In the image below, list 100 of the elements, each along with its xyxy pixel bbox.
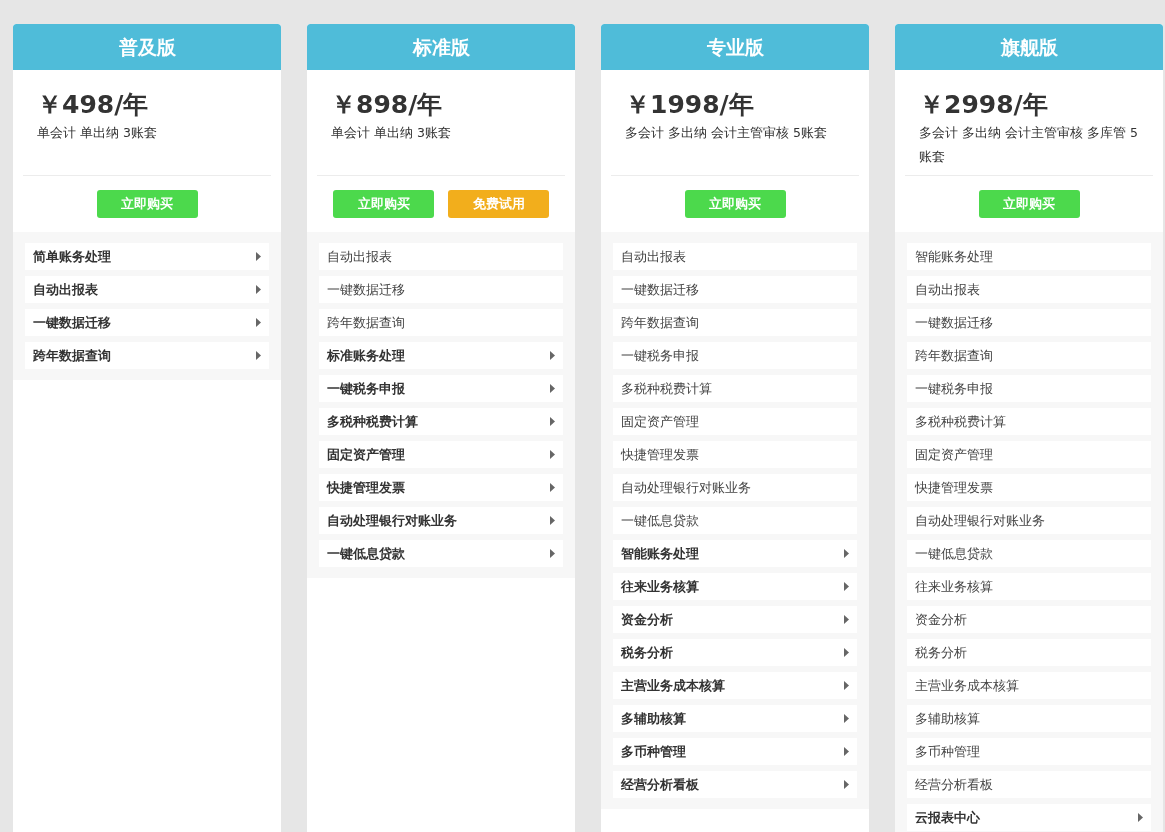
feature-label: 一键低息贷款 bbox=[327, 544, 405, 563]
expand-arrow-icon bbox=[1138, 813, 1143, 822]
feature-item: 一键数据迁移 bbox=[907, 309, 1151, 336]
feature-item: 自动出报表 bbox=[319, 243, 563, 270]
plan-title: 旗舰版 bbox=[895, 24, 1163, 70]
feature-item: 多辅助核算 bbox=[907, 705, 1151, 732]
feature-row[interactable]: 多币种管理 bbox=[613, 738, 857, 765]
feature-row[interactable]: 智能账务处理 bbox=[613, 540, 857, 567]
feature-label: 标准账务处理 bbox=[327, 346, 405, 365]
feature-item: 智能账务处理 bbox=[907, 243, 1151, 270]
plan-description: 多会计 多出纳 会计主管审核 多库管 5账套 bbox=[919, 125, 1138, 164]
feature-label: 云报表中心 bbox=[915, 808, 980, 827]
feature-row[interactable]: 主营业务成本核算 bbox=[613, 672, 857, 699]
feature-item: 一键税务申报 bbox=[907, 375, 1151, 402]
expand-arrow-icon bbox=[844, 780, 849, 789]
feature-label: 往来业务核算 bbox=[621, 577, 699, 596]
feature-item: 固定资产管理 bbox=[907, 441, 1151, 468]
feature-item: 税务分析 bbox=[907, 639, 1151, 666]
feature-label: 税务分析 bbox=[621, 643, 673, 662]
feature-row[interactable]: 自动处理银行对账业务 bbox=[319, 507, 563, 534]
expand-arrow-icon bbox=[844, 549, 849, 558]
feature-item: 一键低息贷款 bbox=[613, 507, 857, 534]
feature-row[interactable]: 一键低息贷款 bbox=[319, 540, 563, 567]
plan-title: 标准版 bbox=[307, 24, 575, 70]
expand-arrow-icon bbox=[550, 450, 555, 459]
feature-label: 一键税务申报 bbox=[327, 379, 405, 398]
feature-item: 自动处理银行对账业务 bbox=[613, 474, 857, 501]
feature-item: 跨年数据查询 bbox=[613, 309, 857, 336]
feature-row[interactable]: 标准账务处理 bbox=[319, 342, 563, 369]
feature-item: 一键低息贷款 bbox=[907, 540, 1151, 567]
expand-arrow-icon bbox=[844, 615, 849, 624]
expand-arrow-icon bbox=[550, 483, 555, 492]
feature-item: 固定资产管理 bbox=[613, 408, 857, 435]
feature-item: 跨年数据查询 bbox=[319, 309, 563, 336]
plan-description: 单会计 单出纳 3账套 bbox=[331, 125, 451, 140]
feature-row[interactable]: 跨年数据查询 bbox=[25, 342, 269, 369]
feature-label: 多辅助核算 bbox=[621, 709, 686, 728]
expand-arrow-icon bbox=[256, 285, 261, 294]
plan-title: 专业版 bbox=[601, 24, 869, 70]
expand-arrow-icon bbox=[256, 252, 261, 261]
plan-description: 单会计 单出纳 3账套 bbox=[37, 125, 157, 140]
plan-title: 普及版 bbox=[13, 24, 281, 70]
feature-row[interactable]: 固定资产管理 bbox=[319, 441, 563, 468]
expand-arrow-icon bbox=[844, 681, 849, 690]
feature-label: 简单账务处理 bbox=[33, 247, 111, 266]
plan-price: ￥498/年 bbox=[37, 90, 149, 119]
expand-arrow-icon bbox=[550, 516, 555, 525]
expand-arrow-icon bbox=[844, 582, 849, 591]
expand-arrow-icon bbox=[550, 384, 555, 393]
feature-row[interactable]: 往来业务核算 bbox=[613, 573, 857, 600]
feature-item: 资金分析 bbox=[907, 606, 1151, 633]
feature-item: 往来业务核算 bbox=[907, 573, 1151, 600]
plan-price: ￥2998/年 bbox=[919, 90, 1048, 119]
feature-item: 快捷管理发票 bbox=[907, 474, 1151, 501]
feature-label: 自动出报表 bbox=[33, 280, 98, 299]
feature-item: 多税种税费计算 bbox=[907, 408, 1151, 435]
expand-arrow-icon bbox=[256, 351, 261, 360]
expand-arrow-icon bbox=[844, 714, 849, 723]
plan-description: 多会计 多出纳 会计主管审核 5账套 bbox=[625, 125, 827, 140]
expand-arrow-icon bbox=[844, 648, 849, 657]
plan-price: ￥898/年 bbox=[331, 90, 443, 119]
feature-row[interactable]: 一键数据迁移 bbox=[25, 309, 269, 336]
feature-item: 一键数据迁移 bbox=[613, 276, 857, 303]
feature-item: 跨年数据查询 bbox=[907, 342, 1151, 369]
feature-label: 多税种税费计算 bbox=[327, 412, 418, 431]
feature-item: 自动出报表 bbox=[907, 276, 1151, 303]
feature-label: 多币种管理 bbox=[621, 742, 686, 761]
feature-label: 主营业务成本核算 bbox=[621, 676, 725, 695]
feature-item: 多税种税费计算 bbox=[613, 375, 857, 402]
expand-arrow-icon bbox=[256, 318, 261, 327]
feature-row[interactable]: 多辅助核算 bbox=[613, 705, 857, 732]
plan-price: ￥1998/年 bbox=[625, 90, 754, 119]
feature-item: 一键数据迁移 bbox=[319, 276, 563, 303]
feature-row[interactable]: 经营分析看板 bbox=[613, 771, 857, 798]
feature-row[interactable]: 快捷管理发票 bbox=[319, 474, 563, 501]
feature-label: 跨年数据查询 bbox=[33, 346, 111, 365]
feature-row[interactable]: 一键税务申报 bbox=[319, 375, 563, 402]
feature-label: 自动处理银行对账业务 bbox=[327, 511, 457, 530]
expand-arrow-icon bbox=[550, 417, 555, 426]
feature-row[interactable]: 简单账务处理 bbox=[25, 243, 269, 270]
feature-row[interactable]: 税务分析 bbox=[613, 639, 857, 666]
expand-arrow-icon bbox=[550, 351, 555, 360]
feature-label: 智能账务处理 bbox=[621, 544, 699, 563]
feature-item: 多币种管理 bbox=[907, 738, 1151, 765]
feature-item: 主营业务成本核算 bbox=[907, 672, 1151, 699]
feature-row[interactable]: 资金分析 bbox=[613, 606, 857, 633]
feature-row[interactable]: 多税种税费计算 bbox=[319, 408, 563, 435]
feature-item: 一键税务申报 bbox=[613, 342, 857, 369]
feature-label: 经营分析看板 bbox=[621, 775, 699, 794]
feature-item: 自动处理银行对账业务 bbox=[907, 507, 1151, 534]
expand-arrow-icon bbox=[844, 747, 849, 756]
feature-label: 固定资产管理 bbox=[327, 445, 405, 464]
feature-row[interactable]: 云报表中心 bbox=[907, 804, 1151, 831]
feature-label: 一键数据迁移 bbox=[33, 313, 111, 332]
expand-arrow-icon bbox=[550, 549, 555, 558]
feature-row[interactable]: 自动出报表 bbox=[25, 276, 269, 303]
feature-item: 自动出报表 bbox=[613, 243, 857, 270]
feature-item: 快捷管理发票 bbox=[613, 441, 857, 468]
feature-item: 经营分析看板 bbox=[907, 771, 1151, 798]
feature-label: 快捷管理发票 bbox=[327, 478, 405, 497]
